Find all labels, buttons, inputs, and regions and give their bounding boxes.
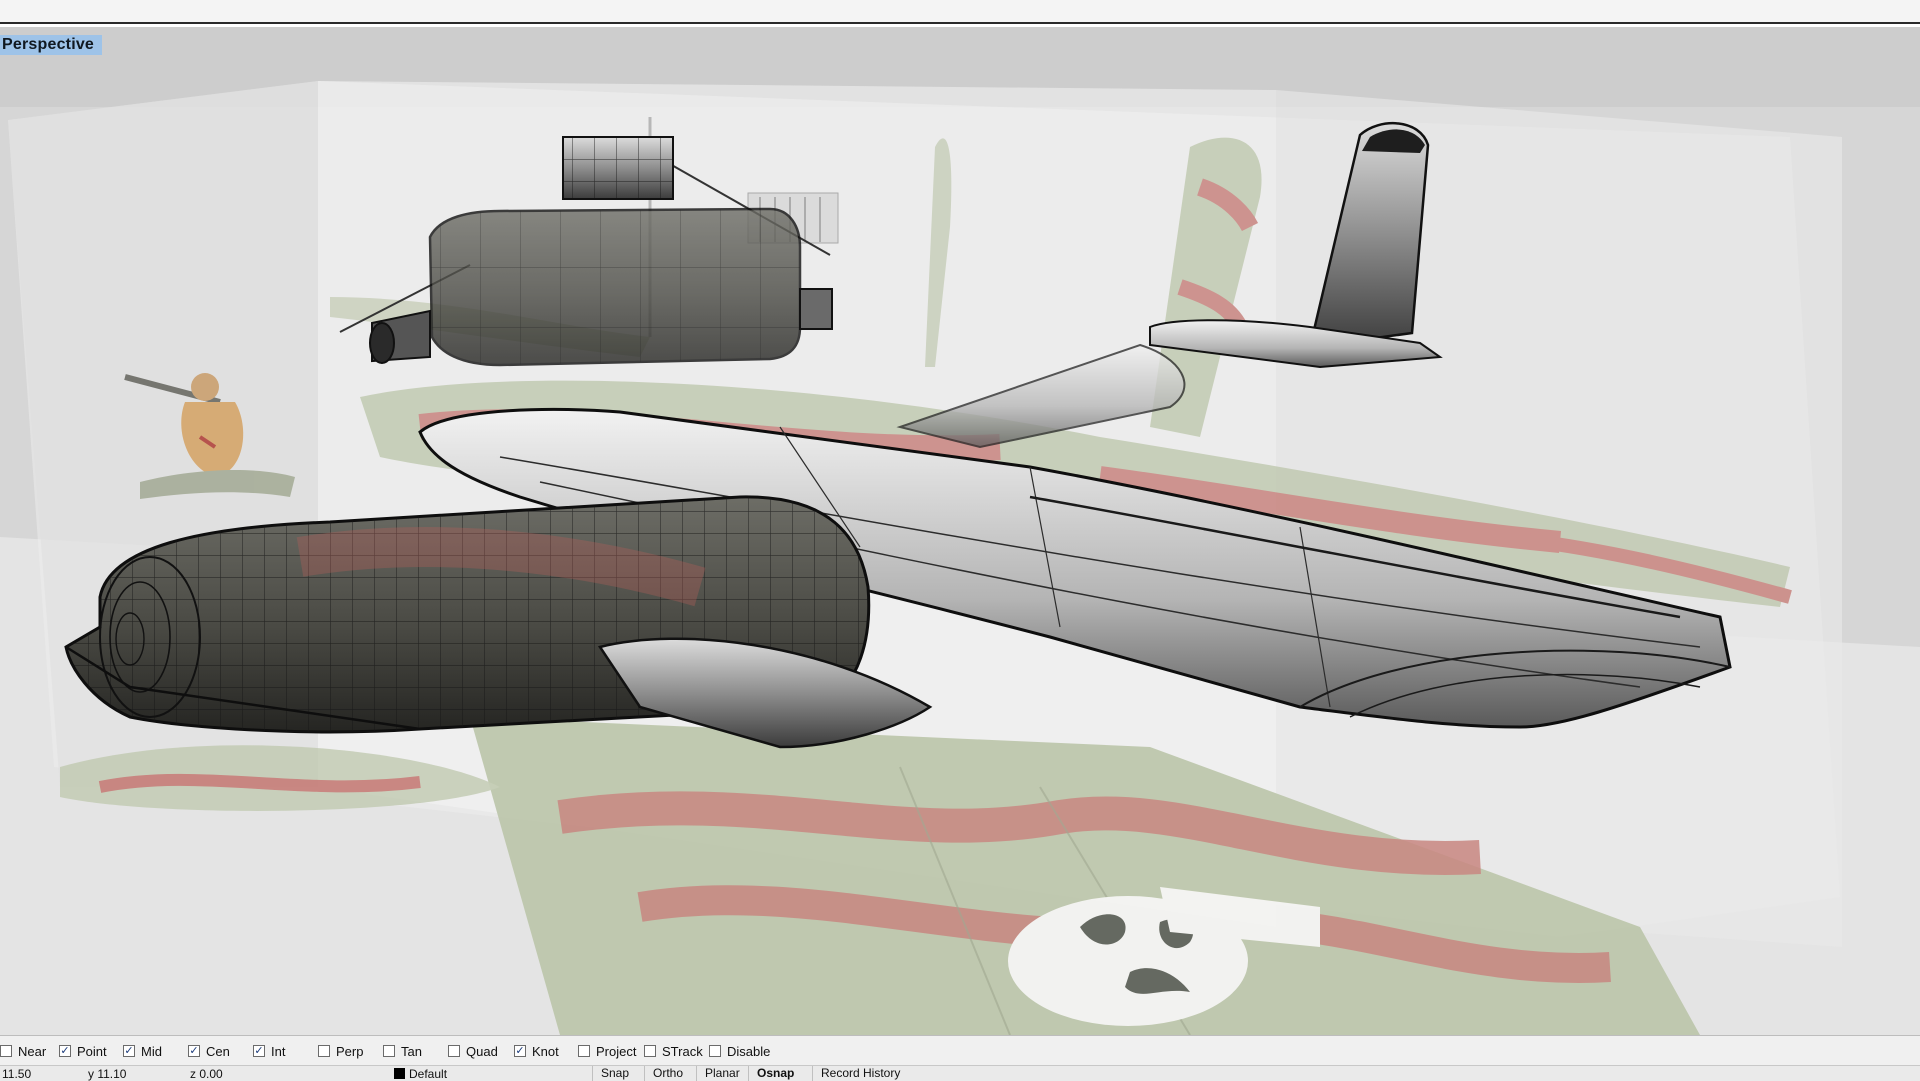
osnap-perp-label: Perp: [336, 1043, 364, 1059]
osnap-tan[interactable]: Tan: [383, 1042, 422, 1060]
osnap-toolbar: Near ✓ Point ✓ Mid ✓ Cen ✓ Int Perp Tan …: [0, 1035, 1920, 1066]
osnap-project-label: Project: [596, 1043, 637, 1059]
osnap-perp-checkbox[interactable]: [318, 1045, 330, 1057]
osnap-project-checkbox[interactable]: [578, 1045, 590, 1057]
pane-snap[interactable]: Snap: [592, 1066, 637, 1081]
osnap-perp[interactable]: Perp: [318, 1042, 363, 1060]
coord-x-readout: 11.50: [2, 1067, 32, 1081]
osnap-strack-label: STrack: [662, 1043, 703, 1059]
pane-osnap[interactable]: Osnap: [748, 1066, 802, 1081]
osnap-tan-label: Tan: [401, 1043, 422, 1059]
pane-planar[interactable]: Planar: [696, 1066, 748, 1081]
osnap-knot-checkbox[interactable]: ✓: [514, 1045, 526, 1057]
coord-y-readout: y 11.10: [88, 1067, 127, 1081]
osnap-near-checkbox[interactable]: [0, 1045, 12, 1057]
osnap-cen-label: Cen: [206, 1043, 230, 1059]
osnap-strack[interactable]: STrack: [644, 1042, 703, 1060]
pane-record-history[interactable]: Record History: [812, 1066, 908, 1081]
osnap-strack-checkbox[interactable]: [644, 1045, 656, 1057]
layer-color-swatch: [394, 1068, 405, 1079]
window-title-bar: [0, 0, 1920, 24]
osnap-disable-checkbox[interactable]: [709, 1045, 721, 1057]
osnap-quad-label: Quad: [466, 1043, 498, 1059]
pane-ortho[interactable]: Ortho: [644, 1066, 691, 1081]
osnap-point-checkbox[interactable]: ✓: [59, 1045, 71, 1057]
osnap-mid-label: Mid: [141, 1043, 162, 1059]
status-bar: 11.50 y 11.10 z 0.00 Default Snap Ortho …: [0, 1065, 1920, 1081]
coord-z-readout: z 0.00: [190, 1067, 223, 1081]
current-layer[interactable]: Default: [394, 1067, 447, 1081]
osnap-quad[interactable]: Quad: [448, 1042, 498, 1060]
osnap-point-label: Point: [77, 1043, 107, 1059]
osnap-disable[interactable]: Disable: [709, 1042, 770, 1060]
osnap-disable-label: Disable: [727, 1043, 771, 1059]
osnap-int-checkbox[interactable]: ✓: [253, 1045, 265, 1057]
osnap-cen-checkbox[interactable]: ✓: [188, 1045, 200, 1057]
viewport-title-tab[interactable]: Perspective: [0, 35, 103, 55]
model-scene: [0, 27, 1920, 1035]
osnap-cen[interactable]: ✓ Cen: [188, 1042, 230, 1060]
osnap-point[interactable]: ✓ Point: [59, 1042, 107, 1060]
osnap-knot-label: Knot: [532, 1043, 559, 1059]
osnap-quad-checkbox[interactable]: [448, 1045, 460, 1057]
osnap-mid[interactable]: ✓ Mid: [123, 1042, 162, 1060]
osnap-near-label: Near: [18, 1043, 47, 1059]
osnap-project[interactable]: Project: [578, 1042, 636, 1060]
osnap-int-label: Int: [271, 1043, 286, 1059]
osnap-knot[interactable]: ✓ Knot: [514, 1042, 559, 1060]
osnap-near[interactable]: Near: [0, 1042, 46, 1060]
perspective-viewport[interactable]: Perspective: [0, 27, 1920, 1035]
osnap-mid-checkbox[interactable]: ✓: [123, 1045, 135, 1057]
current-layer-label: Default: [409, 1067, 448, 1081]
osnap-tan-checkbox[interactable]: [383, 1045, 395, 1057]
osnap-int[interactable]: ✓ Int: [253, 1042, 285, 1060]
